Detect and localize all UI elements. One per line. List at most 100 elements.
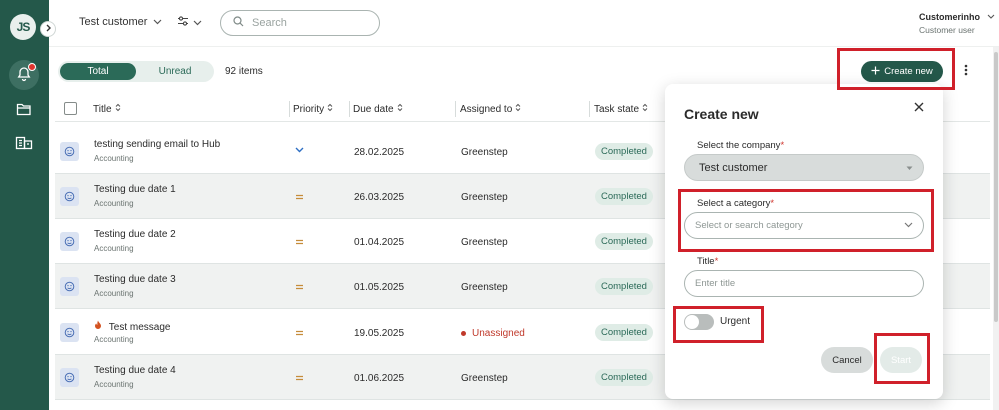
files-nav-item[interactable] bbox=[9, 95, 39, 125]
chevron-down-icon bbox=[153, 16, 162, 28]
required-mark: * bbox=[714, 256, 719, 267]
column-title-label: Title bbox=[93, 103, 112, 115]
company-field-label: Select the company* bbox=[697, 140, 784, 151]
row-title: Testing due date 1 bbox=[94, 184, 176, 195]
priority-medium-icon bbox=[295, 372, 304, 384]
priority-medium-icon bbox=[295, 327, 304, 339]
column-due-date[interactable]: Due date bbox=[353, 103, 403, 115]
sort-icon bbox=[397, 103, 403, 115]
column-divider bbox=[589, 101, 590, 117]
row-due-date: 01.06.2025 bbox=[354, 373, 405, 384]
row-assigned-to-text: Unassigned bbox=[472, 328, 525, 339]
tab-total[interactable]: Total bbox=[60, 63, 136, 80]
start-button[interactable]: Start bbox=[880, 347, 922, 373]
category-select-placeholder: Select or search category bbox=[695, 220, 803, 231]
dialog-title: Create new bbox=[684, 106, 759, 122]
priority-low-icon bbox=[295, 144, 304, 156]
chevron-down-icon bbox=[904, 221, 913, 230]
companies-nav-item[interactable] bbox=[9, 129, 39, 159]
row-title-with-urgent: Test message bbox=[94, 320, 170, 333]
cancel-button[interactable]: Cancel bbox=[821, 347, 873, 373]
filter-settings-button[interactable] bbox=[177, 15, 202, 30]
sort-icon bbox=[642, 103, 648, 115]
row-assigned-to: Unassigned bbox=[461, 328, 525, 339]
row-assigned-to: Greenstep bbox=[461, 147, 508, 158]
title-label-text: Title bbox=[697, 256, 715, 267]
user-name: Customerinho bbox=[919, 12, 981, 22]
top-bar: Test customer Customerinho Customer user bbox=[49, 0, 999, 47]
row-category: Accounting bbox=[94, 380, 134, 389]
total-unread-toggle: Total Unread bbox=[58, 61, 214, 82]
sidebar-collapse-button[interactable] bbox=[40, 21, 56, 37]
customer-select[interactable]: Test customer bbox=[79, 16, 162, 28]
app-logo[interactable]: JS bbox=[10, 14, 36, 40]
row-due-date: 01.05.2025 bbox=[354, 282, 405, 293]
category-select[interactable]: Select or search category bbox=[684, 212, 924, 239]
urgent-toggle-knob bbox=[685, 315, 699, 329]
select-all-checkbox[interactable] bbox=[64, 102, 77, 115]
title-field-label: Title* bbox=[697, 256, 718, 267]
row-category: Accounting bbox=[94, 289, 134, 298]
column-assigned-to-label: Assigned to bbox=[460, 103, 513, 115]
row-due-date: 28.02.2025 bbox=[354, 147, 405, 158]
sidebar: JS bbox=[0, 0, 49, 410]
notifications-nav-item[interactable] bbox=[9, 60, 39, 90]
row-title-text: Test message bbox=[108, 322, 171, 333]
caret-down-icon bbox=[906, 164, 913, 173]
column-task-state-label: Task state bbox=[594, 103, 640, 115]
priority-medium-icon bbox=[295, 236, 304, 248]
customer-message-icon bbox=[60, 323, 79, 342]
more-options-icon[interactable] bbox=[962, 64, 970, 76]
column-divider bbox=[455, 101, 456, 117]
required-mark: * bbox=[780, 140, 785, 151]
customer-message-icon bbox=[60, 232, 79, 251]
column-due-date-label: Due date bbox=[353, 103, 394, 115]
status-badge: Completed bbox=[595, 143, 653, 160]
row-due-date: 26.03.2025 bbox=[354, 192, 405, 203]
close-icon[interactable] bbox=[914, 99, 924, 115]
row-title: Testing due date 4 bbox=[94, 365, 176, 376]
row-assigned-to: Greenstep bbox=[461, 192, 508, 203]
create-new-dialog: Create new Select the company* Test cust… bbox=[665, 84, 943, 399]
status-badge: Completed bbox=[595, 369, 653, 386]
user-menu[interactable]: Customerinho Customer user bbox=[919, 12, 995, 35]
sliders-icon bbox=[177, 15, 189, 30]
search-icon bbox=[233, 16, 244, 30]
page-scrollbar-thumb[interactable] bbox=[994, 52, 998, 322]
urgent-toggle-label: Urgent bbox=[720, 316, 751, 327]
column-assigned-to[interactable]: Assigned to bbox=[460, 103, 521, 115]
sort-icon bbox=[327, 103, 333, 115]
folder-icon bbox=[16, 102, 32, 119]
search-input[interactable] bbox=[252, 17, 362, 29]
title-input[interactable]: Enter title bbox=[684, 270, 924, 297]
column-divider bbox=[349, 101, 350, 117]
notification-dot bbox=[28, 63, 36, 71]
create-new-button[interactable]: Create new bbox=[861, 61, 943, 82]
column-priority[interactable]: Priority bbox=[293, 103, 333, 115]
company-label-text: Select the company bbox=[697, 140, 781, 151]
status-badge: Completed bbox=[595, 324, 653, 341]
urgent-toggle[interactable] bbox=[684, 314, 714, 330]
row-assigned-to: Greenstep bbox=[461, 237, 508, 248]
priority-medium-icon bbox=[295, 191, 304, 203]
building-icon bbox=[15, 136, 33, 153]
column-title[interactable]: Title bbox=[93, 103, 121, 115]
chevron-right-icon bbox=[44, 24, 52, 35]
row-due-date: 19.05.2025 bbox=[354, 328, 405, 339]
required-mark: * bbox=[770, 198, 775, 209]
company-select[interactable]: Test customer bbox=[684, 154, 924, 181]
customer-message-icon bbox=[60, 277, 79, 296]
priority-medium-icon bbox=[295, 281, 304, 293]
tab-unread[interactable]: Unread bbox=[142, 63, 208, 80]
column-priority-label: Priority bbox=[293, 103, 325, 115]
column-task-state[interactable]: Task state bbox=[594, 103, 648, 115]
row-assigned-to: Greenstep bbox=[461, 373, 508, 384]
category-field-label: Select a category* bbox=[697, 198, 774, 209]
row-category: Accounting bbox=[94, 335, 134, 344]
items-count: 92 items bbox=[225, 66, 263, 77]
category-label-text: Select a category bbox=[697, 198, 771, 209]
chevron-down-icon bbox=[987, 12, 995, 22]
row-category: Accounting bbox=[94, 244, 134, 253]
chevron-down-icon bbox=[193, 17, 202, 29]
row-title: testing sending email to Hub bbox=[94, 139, 221, 150]
